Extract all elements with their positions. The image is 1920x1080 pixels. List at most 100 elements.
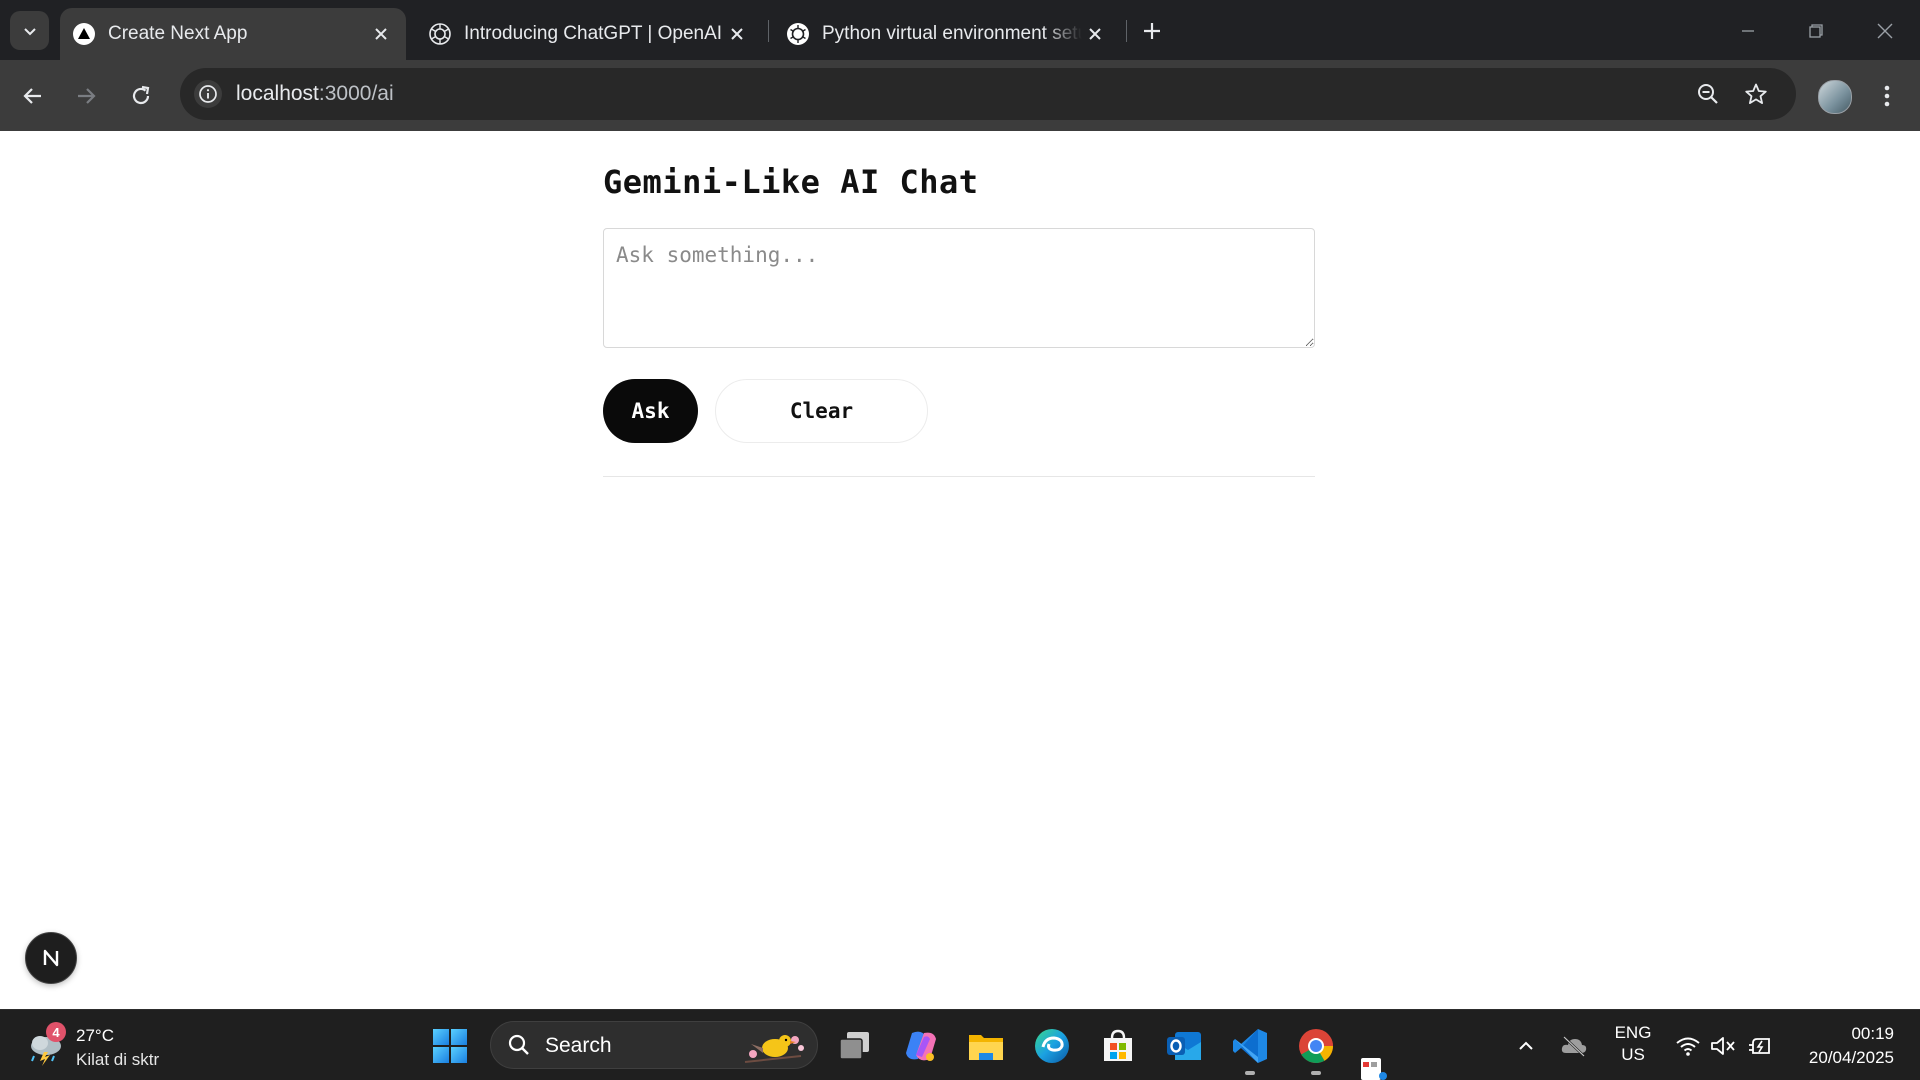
browser-toolbar: localhost:3000/ai — [0, 60, 1920, 131]
chevron-up-icon — [1519, 1041, 1533, 1050]
tab-separator — [768, 20, 769, 42]
arrow-right-icon — [78, 88, 96, 104]
tab-python-virtual-environment[interactable]: Python virtual environment setu — [774, 8, 1120, 60]
tab-create-next-app[interactable]: Create Next App — [60, 8, 406, 60]
language-indicator[interactable]: ENG US — [1610, 1022, 1656, 1066]
browser-menu-button[interactable] — [1874, 78, 1900, 114]
close-tab-icon[interactable] — [368, 21, 394, 47]
zoom-out-icon — [1698, 84, 1718, 104]
zoom-button[interactable] — [1694, 80, 1722, 108]
close-icon — [1877, 23, 1893, 39]
show-hidden-icons-button[interactable] — [1512, 1032, 1540, 1060]
openai-icon — [429, 23, 451, 45]
microsoft-store-button[interactable] — [1097, 1025, 1139, 1067]
browser-tab-strip: Create Next App Introducing ChatGPT | Op… — [0, 0, 1920, 60]
reload-icon — [132, 85, 150, 105]
vscode-running-indicator — [1245, 1071, 1255, 1075]
edge-browser-icon — [1035, 1029, 1069, 1063]
divider — [603, 476, 1315, 477]
more-vertical-icon — [1884, 85, 1890, 107]
volume-muted-icon — [1711, 1037, 1735, 1055]
restore-icon — [1809, 24, 1823, 38]
address-bar[interactable]: localhost:3000/ai — [180, 68, 1796, 120]
vscode-button[interactable] — [1229, 1025, 1271, 1067]
copilot-button[interactable] — [900, 1025, 942, 1067]
vscode-icon — [1233, 1029, 1267, 1063]
minimize-button[interactable] — [1731, 14, 1765, 48]
ask-button[interactable]: Ask — [603, 379, 698, 443]
system-clock[interactable]: 00:19 20/04/2025 — [1790, 1022, 1894, 1070]
page-title: Gemini-Like AI Chat — [603, 163, 979, 201]
onedrive-button[interactable] — [1560, 1032, 1588, 1060]
folder-icon — [969, 1035, 1003, 1060]
plus-icon — [1144, 23, 1160, 39]
tab-title: Introducing ChatGPT | OpenAI — [464, 23, 723, 44]
search-icon — [508, 1034, 529, 1055]
battery-charging-icon — [1749, 1038, 1770, 1054]
cloud-offline-icon — [1561, 1036, 1587, 1057]
taskbar-search-box[interactable]: Search — [490, 1021, 818, 1069]
info-icon — [199, 85, 217, 103]
copilot-icon — [906, 1031, 936, 1061]
prompt-input[interactable] — [603, 228, 1315, 348]
close-tab-icon[interactable] — [724, 21, 750, 47]
wifi-button[interactable] — [1674, 1032, 1702, 1060]
clock-time: 00:19 — [1851, 1024, 1894, 1043]
start-button[interactable] — [432, 1028, 468, 1064]
forward-button[interactable] — [68, 78, 104, 114]
snipping-tool-icon — [1361, 1058, 1387, 1080]
task-view-icon — [839, 1032, 869, 1060]
nextjs-triangle-icon — [73, 23, 95, 45]
tab-search-button[interactable] — [10, 11, 49, 50]
tab-separator — [1126, 20, 1127, 42]
search-highlight-bird-icon — [744, 1035, 804, 1063]
search-label: Search — [545, 1034, 612, 1057]
profile-avatar[interactable] — [1818, 80, 1852, 114]
outlook-button[interactable] — [1163, 1025, 1205, 1067]
clock-date: 20/04/2025 — [1808, 1048, 1894, 1067]
weather-alert-badge: 4 — [46, 1022, 66, 1042]
chevron-down-icon — [23, 27, 36, 35]
tab-title: Python virtual environment setu — [822, 23, 1082, 44]
reload-button[interactable] — [123, 78, 159, 114]
outlook-icon — [1167, 1032, 1201, 1060]
chrome-running-indicator — [1311, 1071, 1321, 1075]
battery-button[interactable] — [1746, 1032, 1774, 1060]
restore-button[interactable] — [1799, 14, 1833, 48]
tab-title: Create Next App — [108, 23, 248, 44]
windows-taskbar: 4 27°C Kilat di sktr Search ENG US 00:19… — [0, 1009, 1920, 1080]
url-host: localhost — [236, 82, 319, 105]
weather-description: Kilat di sktr — [76, 1050, 160, 1069]
windows-logo-icon — [433, 1029, 467, 1063]
language-label: ENG — [1614, 1023, 1652, 1042]
star-icon — [1745, 83, 1767, 104]
arrow-left-icon — [23, 88, 41, 104]
clear-button[interactable]: Clear — [715, 379, 928, 443]
web-page: Gemini-Like AI Chat Ask Clear N — [0, 131, 1920, 1009]
new-tab-button[interactable] — [1137, 16, 1167, 46]
microsoft-store-icon — [1104, 1029, 1132, 1061]
weather-widget[interactable]: 4 27°C Kilat di sktr — [26, 1022, 196, 1070]
back-button[interactable] — [15, 78, 51, 114]
site-info-button[interactable] — [194, 80, 222, 108]
nextjs-dev-tools-button[interactable]: N — [25, 932, 77, 984]
url-path: :3000/ai — [318, 82, 394, 105]
chatgpt-icon — [787, 23, 809, 45]
snipping-tool-button[interactable] — [1358, 1054, 1388, 1080]
url-text[interactable]: localhost:3000/ai — [236, 82, 394, 106]
volume-button[interactable] — [1709, 1032, 1737, 1060]
file-explorer-button[interactable] — [965, 1025, 1007, 1067]
bookmark-button[interactable] — [1742, 80, 1770, 108]
task-view-button[interactable] — [834, 1025, 876, 1067]
tab-introducing-chatgpt[interactable]: Introducing ChatGPT | OpenAI — [416, 8, 762, 60]
chrome-icon — [1299, 1029, 1333, 1063]
close-tab-icon[interactable] — [1082, 21, 1108, 47]
nextjs-logo-icon — [43, 949, 59, 967]
close-window-button[interactable] — [1868, 14, 1902, 48]
chrome-button[interactable] — [1295, 1025, 1337, 1067]
edge-button[interactable] — [1031, 1025, 1073, 1067]
minimize-icon — [1742, 30, 1754, 32]
keyboard-layout-label: US — [1621, 1045, 1645, 1064]
wifi-icon — [1676, 1037, 1700, 1056]
weather-temperature: 27°C — [76, 1026, 114, 1045]
